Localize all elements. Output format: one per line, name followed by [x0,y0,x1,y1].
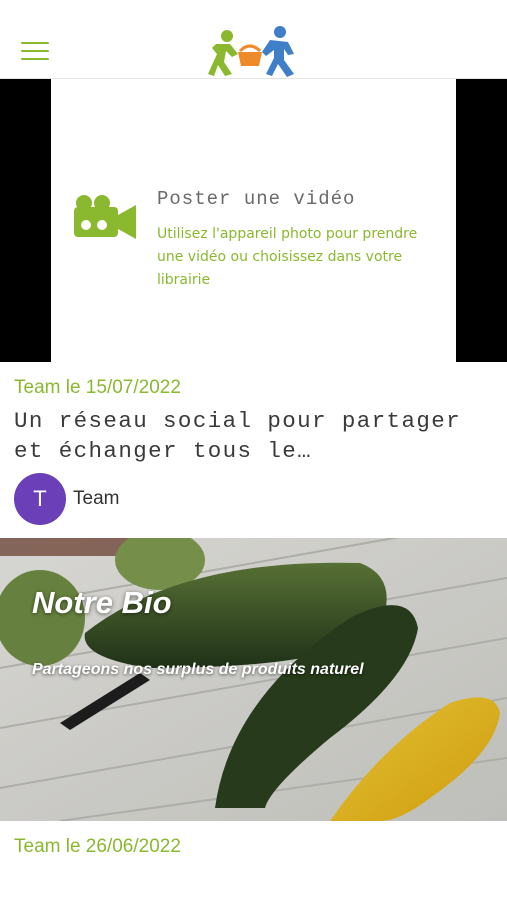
video-placeholder[interactable]: Poster une vidéo Utilisez l'appareil pho… [51,79,456,362]
post-title[interactable]: Un réseau social pour partager et échang… [14,406,494,466]
video-card-title: Poster une vidéo [157,188,356,210]
post-photo-card[interactable] [0,538,507,821]
avatar[interactable]: T [14,473,66,525]
app-header [0,0,507,79]
zucchini-photo [0,538,507,821]
video-card-description: Utilisez l'appareil photo pour prendre u… [157,226,418,288]
post-author[interactable]: Team [73,488,119,510]
app-logo-icon[interactable] [208,24,300,78]
photo-card-subtitle: Partageons nos surplus de produits natur… [32,661,364,678]
post-video-card[interactable]: Poster une vidéo Utilisez l'appareil pho… [0,79,507,362]
video-camera-icon [74,195,136,239]
post-meta: Team le 15/07/2022 [14,377,181,398]
post-meta: Team le 26/06/2022 [14,836,181,857]
hamburger-menu-icon[interactable] [19,40,51,64]
photo-card-title: Notre Bio [32,585,172,620]
